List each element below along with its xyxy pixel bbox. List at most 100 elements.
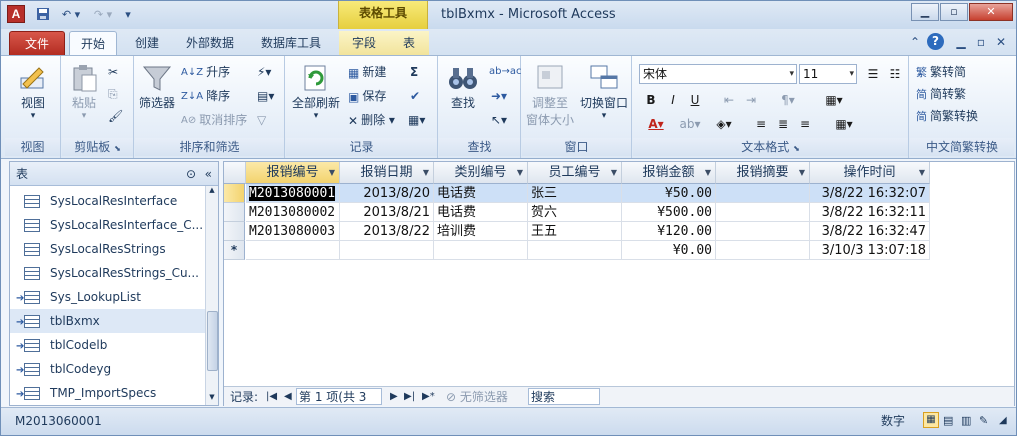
convert-button[interactable]: 简简繁转换	[916, 106, 978, 126]
tab-home[interactable]: 开始	[69, 31, 117, 56]
dropdown-arrow-icon[interactable]: ▼	[423, 162, 429, 184]
view-button[interactable]: 视图 ▾	[13, 62, 53, 121]
table-cell[interactable]: 培训费	[434, 222, 528, 241]
row-selector[interactable]	[224, 203, 245, 222]
trad-to-simp-button[interactable]: 繁繁转简	[916, 62, 966, 82]
column-header[interactable]: 员工编号 ▼	[528, 162, 622, 184]
table-cell[interactable]: 王五	[528, 222, 622, 241]
highlight-icon[interactable]: ab▾	[675, 114, 705, 134]
font-size-select[interactable]: 11 ▾	[799, 64, 857, 84]
align-right-icon[interactable]: ≡	[795, 114, 815, 134]
table-cell[interactable]	[528, 241, 622, 260]
table-cell[interactable]: ¥500.00	[622, 203, 716, 222]
minimize-ribbon-icon[interactable]: ⌃	[907, 33, 923, 51]
table-cell[interactable]: M2013080001	[246, 184, 340, 203]
spelling-icon[interactable]: ✔	[410, 86, 420, 106]
pivotchart-view-icon[interactable]: ▥	[961, 408, 971, 434]
indent-increase-icon[interactable]: ⇥	[741, 90, 761, 110]
table-cell[interactable]: 2013/8/22	[340, 222, 434, 241]
minimize-icon[interactable]: ▁	[911, 3, 939, 21]
toggle-filter-icon[interactable]: ▽	[257, 110, 266, 130]
dropdown-arrow-icon[interactable]: ▼	[705, 162, 711, 184]
undo-icon[interactable]: ↶ ▾	[57, 7, 85, 23]
bullets-icon[interactable]: ☰	[863, 64, 883, 84]
copy-icon[interactable]: ⎘	[108, 84, 118, 104]
fill-color-icon[interactable]: ◈▾	[709, 114, 739, 134]
table-cell[interactable]	[716, 203, 810, 222]
table-cell[interactable]: ¥0.00	[622, 241, 716, 260]
tab-fields[interactable]: 字段	[339, 31, 389, 56]
column-header[interactable]: 报销日期 ▼	[340, 162, 434, 184]
doc-restore-icon[interactable]: ▫	[973, 33, 989, 51]
table-cell[interactable]: M2013080003	[246, 222, 340, 241]
nav-menu-chevron-icon[interactable]: ⊙	[186, 162, 196, 186]
table-cell[interactable]: 3/8/22 16:32:11	[810, 203, 930, 222]
nav-item[interactable]: ➔ tblCodelb	[10, 333, 205, 357]
switch-window-button[interactable]: 切换窗口 ▾	[578, 62, 630, 121]
nav-item[interactable]: ➔ tblCodeyg	[10, 357, 205, 381]
select-all-corner[interactable]	[224, 162, 246, 184]
access-app-icon[interactable]: A	[7, 5, 25, 23]
indent-decrease-icon[interactable]: ⇤	[719, 90, 739, 110]
table-cell[interactable]: 3/8/22 16:32:07	[810, 184, 930, 203]
doc-close-icon[interactable]: ✕	[993, 33, 1009, 51]
customize-qat-icon[interactable]: ▾	[121, 7, 135, 23]
delete-record-button[interactable]: ✕ 删除 ▾	[348, 110, 395, 130]
sort-ascending-button[interactable]: A↓Z 升序	[181, 62, 230, 82]
selection-filter-icon[interactable]: ⚡▾	[257, 62, 271, 82]
table-cell[interactable]: 张三	[528, 184, 622, 203]
find-button[interactable]: 查找	[443, 62, 483, 111]
scroll-down-icon[interactable]: ▼	[206, 393, 218, 405]
column-header[interactable]: 报销金额 ▼	[622, 162, 716, 184]
italic-icon[interactable]: I	[663, 90, 683, 110]
restore-icon[interactable]: ▫	[940, 3, 968, 21]
tab-external-data[interactable]: 外部数据	[177, 31, 243, 56]
replace-icon[interactable]: ab→ac	[489, 62, 521, 82]
simp-to-trad-button[interactable]: 简简转繁	[916, 84, 966, 104]
select-icon[interactable]: ↖▾	[491, 110, 507, 130]
pivottable-view-icon[interactable]: ▤	[943, 408, 953, 434]
nav-item[interactable]: SysLocalResInterface	[10, 189, 205, 213]
align-left-icon[interactable]: ≡	[751, 114, 771, 134]
table-cell[interactable]: 贺六	[528, 203, 622, 222]
column-header[interactable]: 类别编号 ▼	[434, 162, 528, 184]
datasheet-view-icon[interactable]: ▦	[923, 412, 939, 428]
nav-scrollbar[interactable]: ▲ ▼	[205, 186, 218, 405]
nav-item[interactable]: SysLocalResStrings	[10, 237, 205, 261]
more-icon[interactable]: ▦▾	[408, 110, 425, 130]
row-selector[interactable]	[224, 222, 245, 241]
scroll-up-icon[interactable]: ▲	[206, 186, 218, 198]
table-cell[interactable]: 电话费	[434, 184, 528, 203]
table-cell[interactable]	[716, 222, 810, 241]
redo-icon[interactable]: ↷ ▾	[89, 7, 117, 23]
dialog-launcher-icon[interactable]: ⬊	[793, 144, 800, 153]
refresh-all-button[interactable]: 全部刷新 ▾	[290, 62, 342, 121]
gridlines-icon[interactable]: ▦▾	[817, 90, 851, 110]
dropdown-arrow-icon[interactable]: ▼	[517, 162, 523, 184]
nav-scroll-thumb[interactable]	[207, 311, 218, 371]
paragraph-direction-icon[interactable]: ¶▾	[773, 90, 803, 110]
font-name-select[interactable]: 宋体 ▾	[639, 64, 797, 84]
tab-create[interactable]: 创建	[125, 31, 169, 56]
cut-icon[interactable]: ✂	[108, 62, 118, 82]
column-header[interactable]: 操作时间 ▼	[810, 162, 930, 184]
dropdown-arrow-icon[interactable]: ▼	[329, 162, 335, 184]
nav-item-selected[interactable]: ➔ tblBxmx	[10, 309, 205, 333]
table-cell[interactable]	[716, 241, 810, 260]
format-painter-icon[interactable]: 🖌	[108, 106, 123, 126]
save-icon[interactable]	[35, 7, 51, 23]
filter-button[interactable]: 筛选器	[137, 62, 177, 111]
dropdown-arrow-icon[interactable]: ▼	[799, 162, 805, 184]
tab-file[interactable]: 文件	[9, 31, 65, 56]
column-header[interactable]: 报销编号 ▼	[246, 162, 340, 184]
table-cell[interactable]	[246, 241, 340, 260]
table-cell[interactable]	[716, 184, 810, 203]
collapse-pane-icon[interactable]: «	[205, 162, 212, 186]
prev-record-icon[interactable]: ◀	[284, 387, 292, 407]
nav-pane-header[interactable]: 表 ⊙ «	[10, 162, 218, 186]
first-record-icon[interactable]: |◀	[266, 387, 277, 407]
dialog-launcher-icon[interactable]: ⬊	[114, 144, 121, 153]
totals-icon[interactable]: Σ	[410, 62, 418, 82]
new-blank-record-icon[interactable]: ▶*	[422, 387, 435, 407]
help-icon[interactable]: ?	[927, 33, 944, 50]
